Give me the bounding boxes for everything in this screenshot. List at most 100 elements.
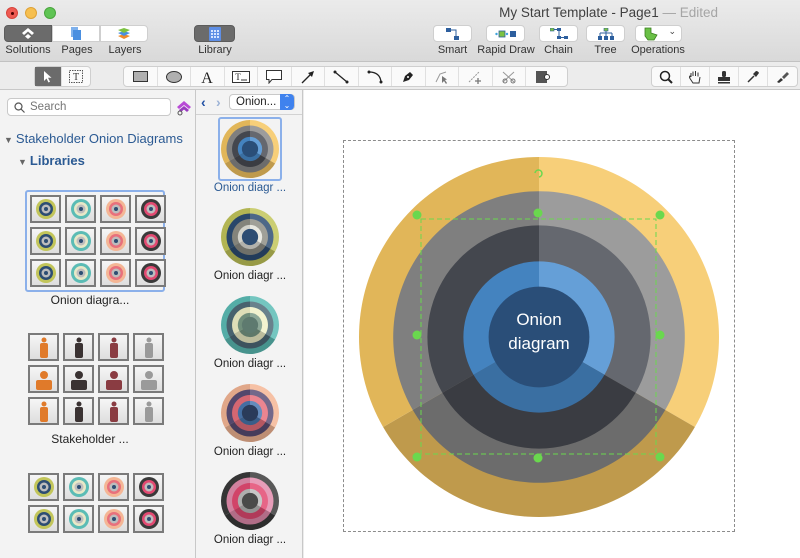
library-item-thumbnail	[218, 117, 282, 181]
solutions-tab[interactable]	[4, 25, 52, 42]
line-tool[interactable]	[325, 67, 359, 86]
resize-handle[interactable]	[533, 208, 543, 218]
scissors-icon	[502, 71, 516, 83]
tree-button[interactable]	[586, 25, 625, 42]
add-point-tool[interactable]	[459, 67, 493, 86]
stakeholder-figure-thumbnail	[98, 365, 129, 393]
text-box-tool[interactable]: T	[225, 67, 258, 86]
pointer-tool[interactable]	[35, 67, 62, 86]
library-item[interactable]: Onion diagr ...	[210, 293, 290, 370]
back-arrow-icon[interactable]: ‹	[201, 94, 206, 110]
zoom-icon	[659, 70, 673, 84]
library-onion-variants[interactable]	[25, 470, 165, 536]
library-item[interactable]: Onion diagr ...	[210, 381, 290, 458]
format-brush-tool[interactable]	[768, 67, 797, 86]
resize-handle[interactable]	[533, 453, 543, 463]
resize-handle[interactable]	[655, 452, 665, 462]
library-item-thumbnail	[218, 205, 282, 269]
rapid-draw-icon	[494, 30, 516, 37]
container-tool[interactable]	[526, 67, 560, 86]
window-title: My Start Template - Page1 — Edited	[499, 5, 718, 20]
onion-thumbnail	[221, 472, 279, 530]
stamp-tool[interactable]	[710, 67, 739, 86]
pages-tab[interactable]	[52, 25, 100, 42]
onion-thumbnail	[221, 208, 279, 266]
layers-tab[interactable]	[100, 25, 148, 42]
search-solutions-icon[interactable]	[176, 100, 192, 116]
zoom-tool[interactable]	[652, 67, 681, 86]
drawing-canvas[interactable]: Onion diagram	[304, 90, 800, 558]
onion-thumbnail	[221, 296, 279, 354]
edit-points-tool[interactable]	[426, 67, 459, 86]
drawing-toolbar: T A T	[0, 62, 800, 90]
eyedropper-icon	[747, 70, 759, 83]
arc-tool[interactable]	[359, 67, 392, 86]
library-stakeholder[interactable]	[25, 330, 165, 428]
hand-tool[interactable]	[681, 67, 710, 86]
chain-button[interactable]	[539, 25, 578, 42]
shape-tools: A T	[123, 66, 568, 87]
rapid-draw-button[interactable]	[486, 25, 525, 42]
library-item-label: Onion diagr ...	[213, 446, 287, 458]
pages-icon	[71, 26, 81, 40]
edit-points-icon	[435, 71, 447, 84]
resize-handle[interactable]	[412, 210, 422, 220]
stakeholder-figure-thumbnail	[98, 333, 129, 361]
solutions-icon	[22, 27, 34, 39]
onion-mini-thumbnail	[28, 505, 59, 533]
library-select[interactable]: Onion... ⌃ ⌄	[229, 94, 295, 110]
library-item[interactable]: Onion diagr ...	[210, 117, 290, 194]
smart-button[interactable]	[433, 25, 472, 42]
pointer-icon	[44, 71, 52, 83]
library-item[interactable]: Onion diagr ...	[210, 205, 290, 282]
layers-label: Layers	[108, 44, 142, 56]
disclosure-triangle-icon[interactable]: ▼	[18, 157, 27, 167]
text-select-tool[interactable]: T	[62, 67, 90, 86]
library-item[interactable]: Onion diagr ...	[210, 469, 290, 546]
search-input[interactable]	[30, 101, 160, 113]
stakeholder-figure-thumbnail	[98, 397, 129, 425]
resize-handle[interactable]	[655, 330, 665, 340]
library-panel: ‹ › Onion... ⌃ ⌄ Onion diagr ... Onion diag…	[196, 90, 303, 558]
library-item-label: Onion diagr ...	[213, 534, 287, 546]
panel-segmented-control	[4, 25, 148, 42]
tree-stakeholder-onion-diagrams[interactable]: ▼ Stakeholder Onion Diagrams	[4, 131, 183, 146]
text-tool[interactable]: A	[191, 67, 225, 86]
library-onion-diagrams[interactable]	[25, 190, 166, 292]
forward-arrow-icon[interactable]: ›	[216, 94, 221, 110]
search-field[interactable]	[7, 98, 171, 116]
chain-icon	[549, 27, 568, 39]
callout-icon	[266, 69, 283, 84]
pen-tool[interactable]	[392, 67, 426, 86]
onion-diagram[interactable]: Onion diagram	[304, 90, 800, 558]
arrow-tool[interactable]	[292, 67, 325, 86]
rapid-draw-label: Rapid Draw	[477, 44, 535, 56]
rectangle-tool[interactable]	[124, 67, 158, 86]
disclosure-triangle-icon[interactable]: ▼	[4, 135, 13, 145]
callout-tool[interactable]	[258, 67, 292, 86]
chevron-down-icon[interactable]: ⌄	[668, 26, 676, 37]
resize-handle[interactable]	[655, 210, 665, 220]
search-icon	[14, 101, 25, 113]
stakeholder-figure-thumbnail	[28, 397, 59, 425]
resize-handle[interactable]	[412, 452, 422, 462]
arrow-icon	[301, 70, 314, 83]
scissors-tool[interactable]	[493, 67, 526, 86]
library-button[interactable]	[194, 25, 235, 42]
operations-button[interactable]: ⌄	[635, 25, 682, 42]
stakeholder-figure-thumbnail	[28, 365, 59, 393]
onion-mini-thumbnail	[30, 195, 61, 223]
resize-handle[interactable]	[412, 330, 422, 340]
stakeholder-figure-thumbnail	[133, 333, 164, 361]
solutions-panel: ▼Stakeholder Onion Diagrams ▼Libraries O…	[0, 90, 196, 558]
ellipse-tool[interactable]	[158, 67, 191, 86]
svg-text:A: A	[201, 70, 213, 84]
onion-mini-thumbnail	[65, 195, 96, 223]
tree-libraries[interactable]: ▼ Libraries	[18, 153, 85, 168]
onion-mini-thumbnail	[135, 227, 166, 255]
pages-label: Pages	[61, 44, 93, 56]
stakeholder-figure-thumbnail	[133, 365, 164, 393]
rectangle-icon	[132, 71, 148, 82]
eyedropper-tool[interactable]	[739, 67, 768, 86]
operations-label: Operations	[631, 44, 685, 56]
